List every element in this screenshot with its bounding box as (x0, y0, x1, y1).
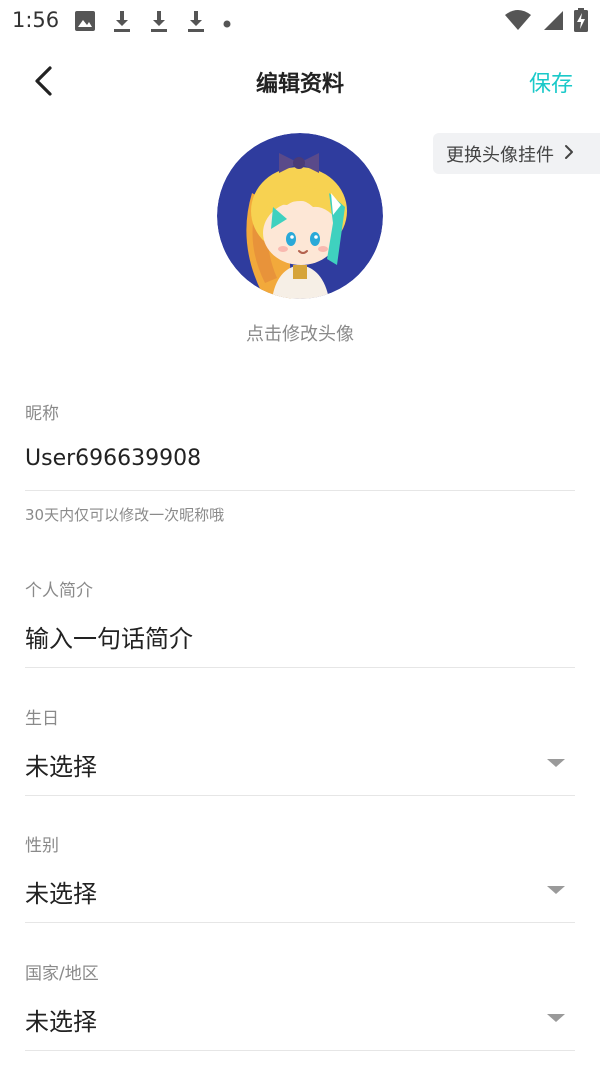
nickname-field: 昵称 User696639908 30天内仅可以修改一次昵称哦 (25, 399, 575, 529)
dropdown-arrow-icon (547, 886, 565, 894)
bio-label: 个人简介 (25, 581, 93, 601)
status-time: 1:56 (12, 8, 60, 32)
birthday-label: 生日 (25, 709, 59, 729)
birthday-field[interactable]: 生日 未选择 (25, 704, 575, 799)
divider (25, 490, 575, 491)
divider (25, 795, 575, 796)
bio-input[interactable]: 输入一句话简介 (25, 619, 193, 654)
notification-icons (74, 9, 232, 37)
dropdown-arrow-icon (547, 1014, 565, 1022)
divider (25, 1050, 575, 1051)
gender-select[interactable]: 未选择 (25, 874, 97, 909)
avatar-hint: 点击修改头像 (246, 324, 354, 345)
image-icon (74, 10, 96, 36)
app-bar: 编辑资料 保存 (0, 52, 600, 108)
divider (25, 922, 575, 923)
avatar[interactable] (217, 133, 383, 299)
birthday-select[interactable]: 未选择 (25, 747, 97, 782)
change-avatar-pendant-button[interactable]: 更换头像挂件 (433, 133, 600, 174)
gender-field[interactable]: 性别 未选择 (25, 831, 575, 926)
battery-charging-icon (574, 8, 588, 36)
download-icon (185, 9, 207, 37)
change-avatar-pendant-label: 更换头像挂件 (446, 144, 554, 166)
download-icon (111, 9, 133, 37)
nickname-label: 昵称 (25, 404, 59, 424)
avatar-image (217, 133, 383, 299)
region-label: 国家/地区 (25, 964, 99, 984)
dot-icon (222, 14, 232, 33)
cellular-signal-icon (542, 9, 564, 35)
status-bar: 1:56 (0, 0, 600, 42)
page-title: 编辑资料 (255, 72, 344, 97)
dropdown-arrow-icon (547, 759, 565, 767)
nickname-note: 30天内仅可以修改一次昵称哦 (25, 506, 225, 524)
download-icon (148, 9, 170, 37)
chevron-right-icon (563, 144, 575, 164)
nickname-input[interactable]: User696639908 (25, 446, 201, 471)
gender-label: 性别 (25, 836, 59, 856)
divider (25, 667, 575, 668)
wifi-icon (504, 9, 532, 35)
region-field[interactable]: 国家/地区 未选择 (25, 959, 575, 1054)
save-button[interactable]: 保存 (529, 66, 573, 98)
region-select[interactable]: 未选择 (25, 1002, 97, 1037)
system-icons (504, 8, 588, 36)
bio-field: 个人简介 输入一句话简介 (25, 576, 575, 671)
